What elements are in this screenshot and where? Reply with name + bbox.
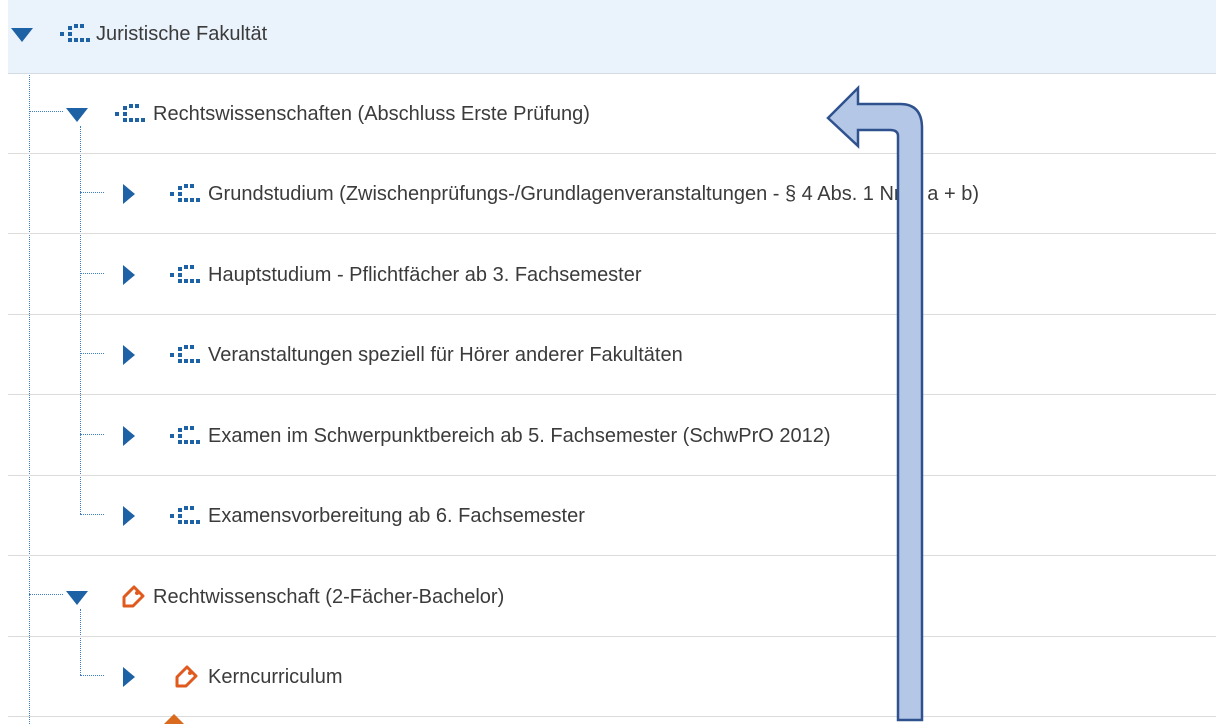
partial-node-icon — [164, 714, 184, 724]
chevron-right-icon[interactable] — [123, 345, 135, 365]
structure-grid-icon — [60, 24, 90, 42]
chevron-down-icon[interactable] — [66, 591, 88, 605]
tree-row-rechtwissenschaft-bachelor[interactable]: Rechtwissenschaft (2-Fächer-Bachelor) — [8, 557, 1216, 637]
tree-row-label[interactable]: Kerncurriculum — [208, 637, 342, 717]
tree-row-label[interactable]: Juristische Fakultät — [96, 0, 267, 74]
chevron-right-icon[interactable] — [123, 426, 135, 446]
tree-row-juristische-fakultaet[interactable]: Juristische Fakultät — [8, 0, 1216, 74]
structure-grid-icon — [170, 184, 200, 202]
chevron-down-icon[interactable] — [66, 108, 88, 122]
tree-row-examen-schwerpunktbereich[interactable]: Examen im Schwerpunktbereich ab 5. Fachs… — [8, 396, 1216, 476]
chevron-right-icon[interactable] — [123, 667, 135, 687]
chevron-right-icon[interactable] — [123, 184, 135, 204]
tree-row-label[interactable]: Examensvorbereitung ab 6. Fachsemester — [208, 476, 585, 556]
structure-grid-icon — [170, 426, 200, 444]
chevron-right-icon[interactable] — [123, 265, 135, 285]
tree-row-label[interactable]: Veranstaltungen speziell für Hörer ander… — [208, 315, 683, 395]
structure-grid-icon — [170, 506, 200, 524]
structure-grid-icon — [170, 265, 200, 283]
tag-icon — [122, 585, 145, 608]
tree-row-label[interactable]: Grundstudium (Zwischenprüfungs-/Grundlag… — [208, 154, 979, 234]
structure-grid-icon — [115, 104, 145, 122]
tag-icon — [175, 665, 198, 688]
structure-grid-icon — [170, 345, 200, 363]
chevron-right-icon[interactable] — [123, 506, 135, 526]
tree-row-hauptstudium[interactable]: Hauptstudium - Pflichtfächer ab 3. Fachs… — [8, 235, 1216, 315]
tree-row-label[interactable]: Rechtswissenschaften (Abschluss Erste Pr… — [153, 74, 590, 154]
tree-row-examensvorbereitung[interactable]: Examensvorbereitung ab 6. Fachsemester — [8, 476, 1216, 556]
tree-row-rechtswissenschaften[interactable]: Rechtswissenschaften (Abschluss Erste Pr… — [8, 74, 1216, 154]
tree-row-label[interactable]: Hauptstudium - Pflichtfächer ab 3. Fachs… — [208, 235, 642, 315]
tree-row-label[interactable]: Rechtwissenschaft (2-Fächer-Bachelor) — [153, 557, 504, 637]
tree-row-kerncurriculum[interactable]: Kerncurriculum — [8, 637, 1216, 717]
tree-row-veranstaltungen-hoerer[interactable]: Veranstaltungen speziell für Hörer ander… — [8, 315, 1216, 395]
chevron-down-icon[interactable] — [11, 28, 33, 42]
tree-row-grundstudium[interactable]: Grundstudium (Zwischenprüfungs-/Grundlag… — [8, 154, 1216, 234]
tree-row-label[interactable]: Examen im Schwerpunktbereich ab 5. Fachs… — [208, 396, 831, 476]
